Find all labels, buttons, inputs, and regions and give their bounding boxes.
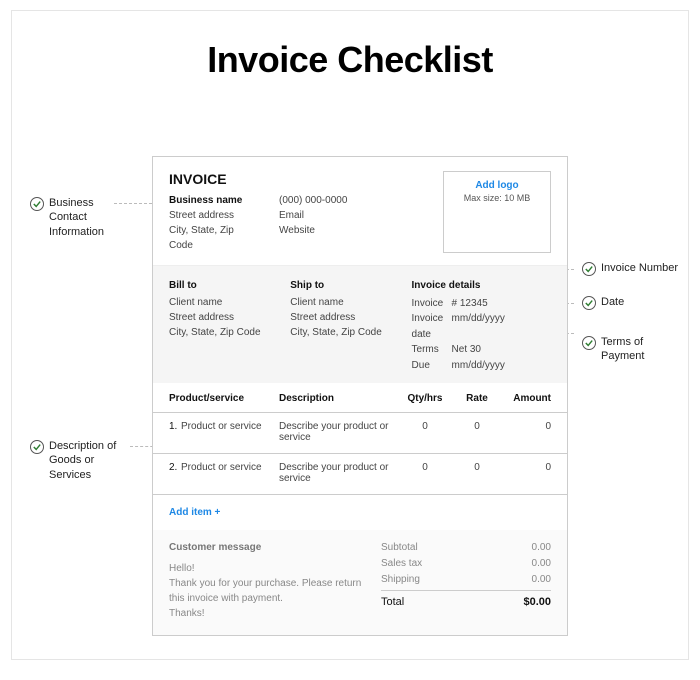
callout-description-goods: Description of Goods or Services [30,439,129,482]
bill-ship-details: Bill to Client name Street address City,… [153,265,567,383]
add-logo-box[interactable]: Add logo Max size: 10 MB [443,171,551,253]
customer-message: Customer message Hello! Thank you for yo… [169,540,367,621]
check-icon [30,197,44,211]
line-item-row: 1. Product or service Describe your prod… [153,413,567,454]
diagram-frame: Invoice Checklist Business Contact Infor… [11,10,689,660]
business-phone: (000) 000-0000 [279,193,347,208]
add-logo-link[interactable]: Add logo [444,180,550,191]
check-icon [582,336,596,350]
check-icon [30,440,44,454]
invoice-footer: Customer message Hello! Thank you for yo… [153,530,567,635]
invoice-card: INVOICE Business name (000) 000-0000 Str… [152,156,568,636]
check-icon [582,296,596,310]
business-street: Street address [169,208,259,223]
callout-date: Date [582,295,624,310]
invoice-details: Invoice details Invoice# 12345 Invoice d… [412,278,551,373]
callout-terms: Terms of Payment [582,335,681,364]
bill-to: Bill to Client name Street address City,… [169,278,276,373]
business-email: Email [279,208,304,223]
line-items-header: Product/service Description Qty/hrs Rate… [153,383,567,413]
logo-max-size: Max size: 10 MB [444,193,550,203]
line-item-row: 2. Product or service Describe your prod… [153,454,567,495]
invoice-label: INVOICE [169,171,443,187]
business-csz: City, State, Zip Code [169,223,259,253]
business-name: Business name [169,193,259,208]
business-website: Website [279,223,315,253]
ship-to: Ship to Client name Street address City,… [290,278,397,373]
add-item-link[interactable]: Add item + [153,495,567,530]
check-icon [582,262,596,276]
invoice-header: INVOICE Business name (000) 000-0000 Str… [153,157,567,265]
page-title: Invoice Checklist [12,39,688,81]
totals-block: Subtotal0.00 Sales tax0.00 Shipping0.00 … [381,540,551,621]
business-info: INVOICE Business name (000) 000-0000 Str… [169,171,443,253]
callout-invoice-number: Invoice Number [582,261,678,276]
